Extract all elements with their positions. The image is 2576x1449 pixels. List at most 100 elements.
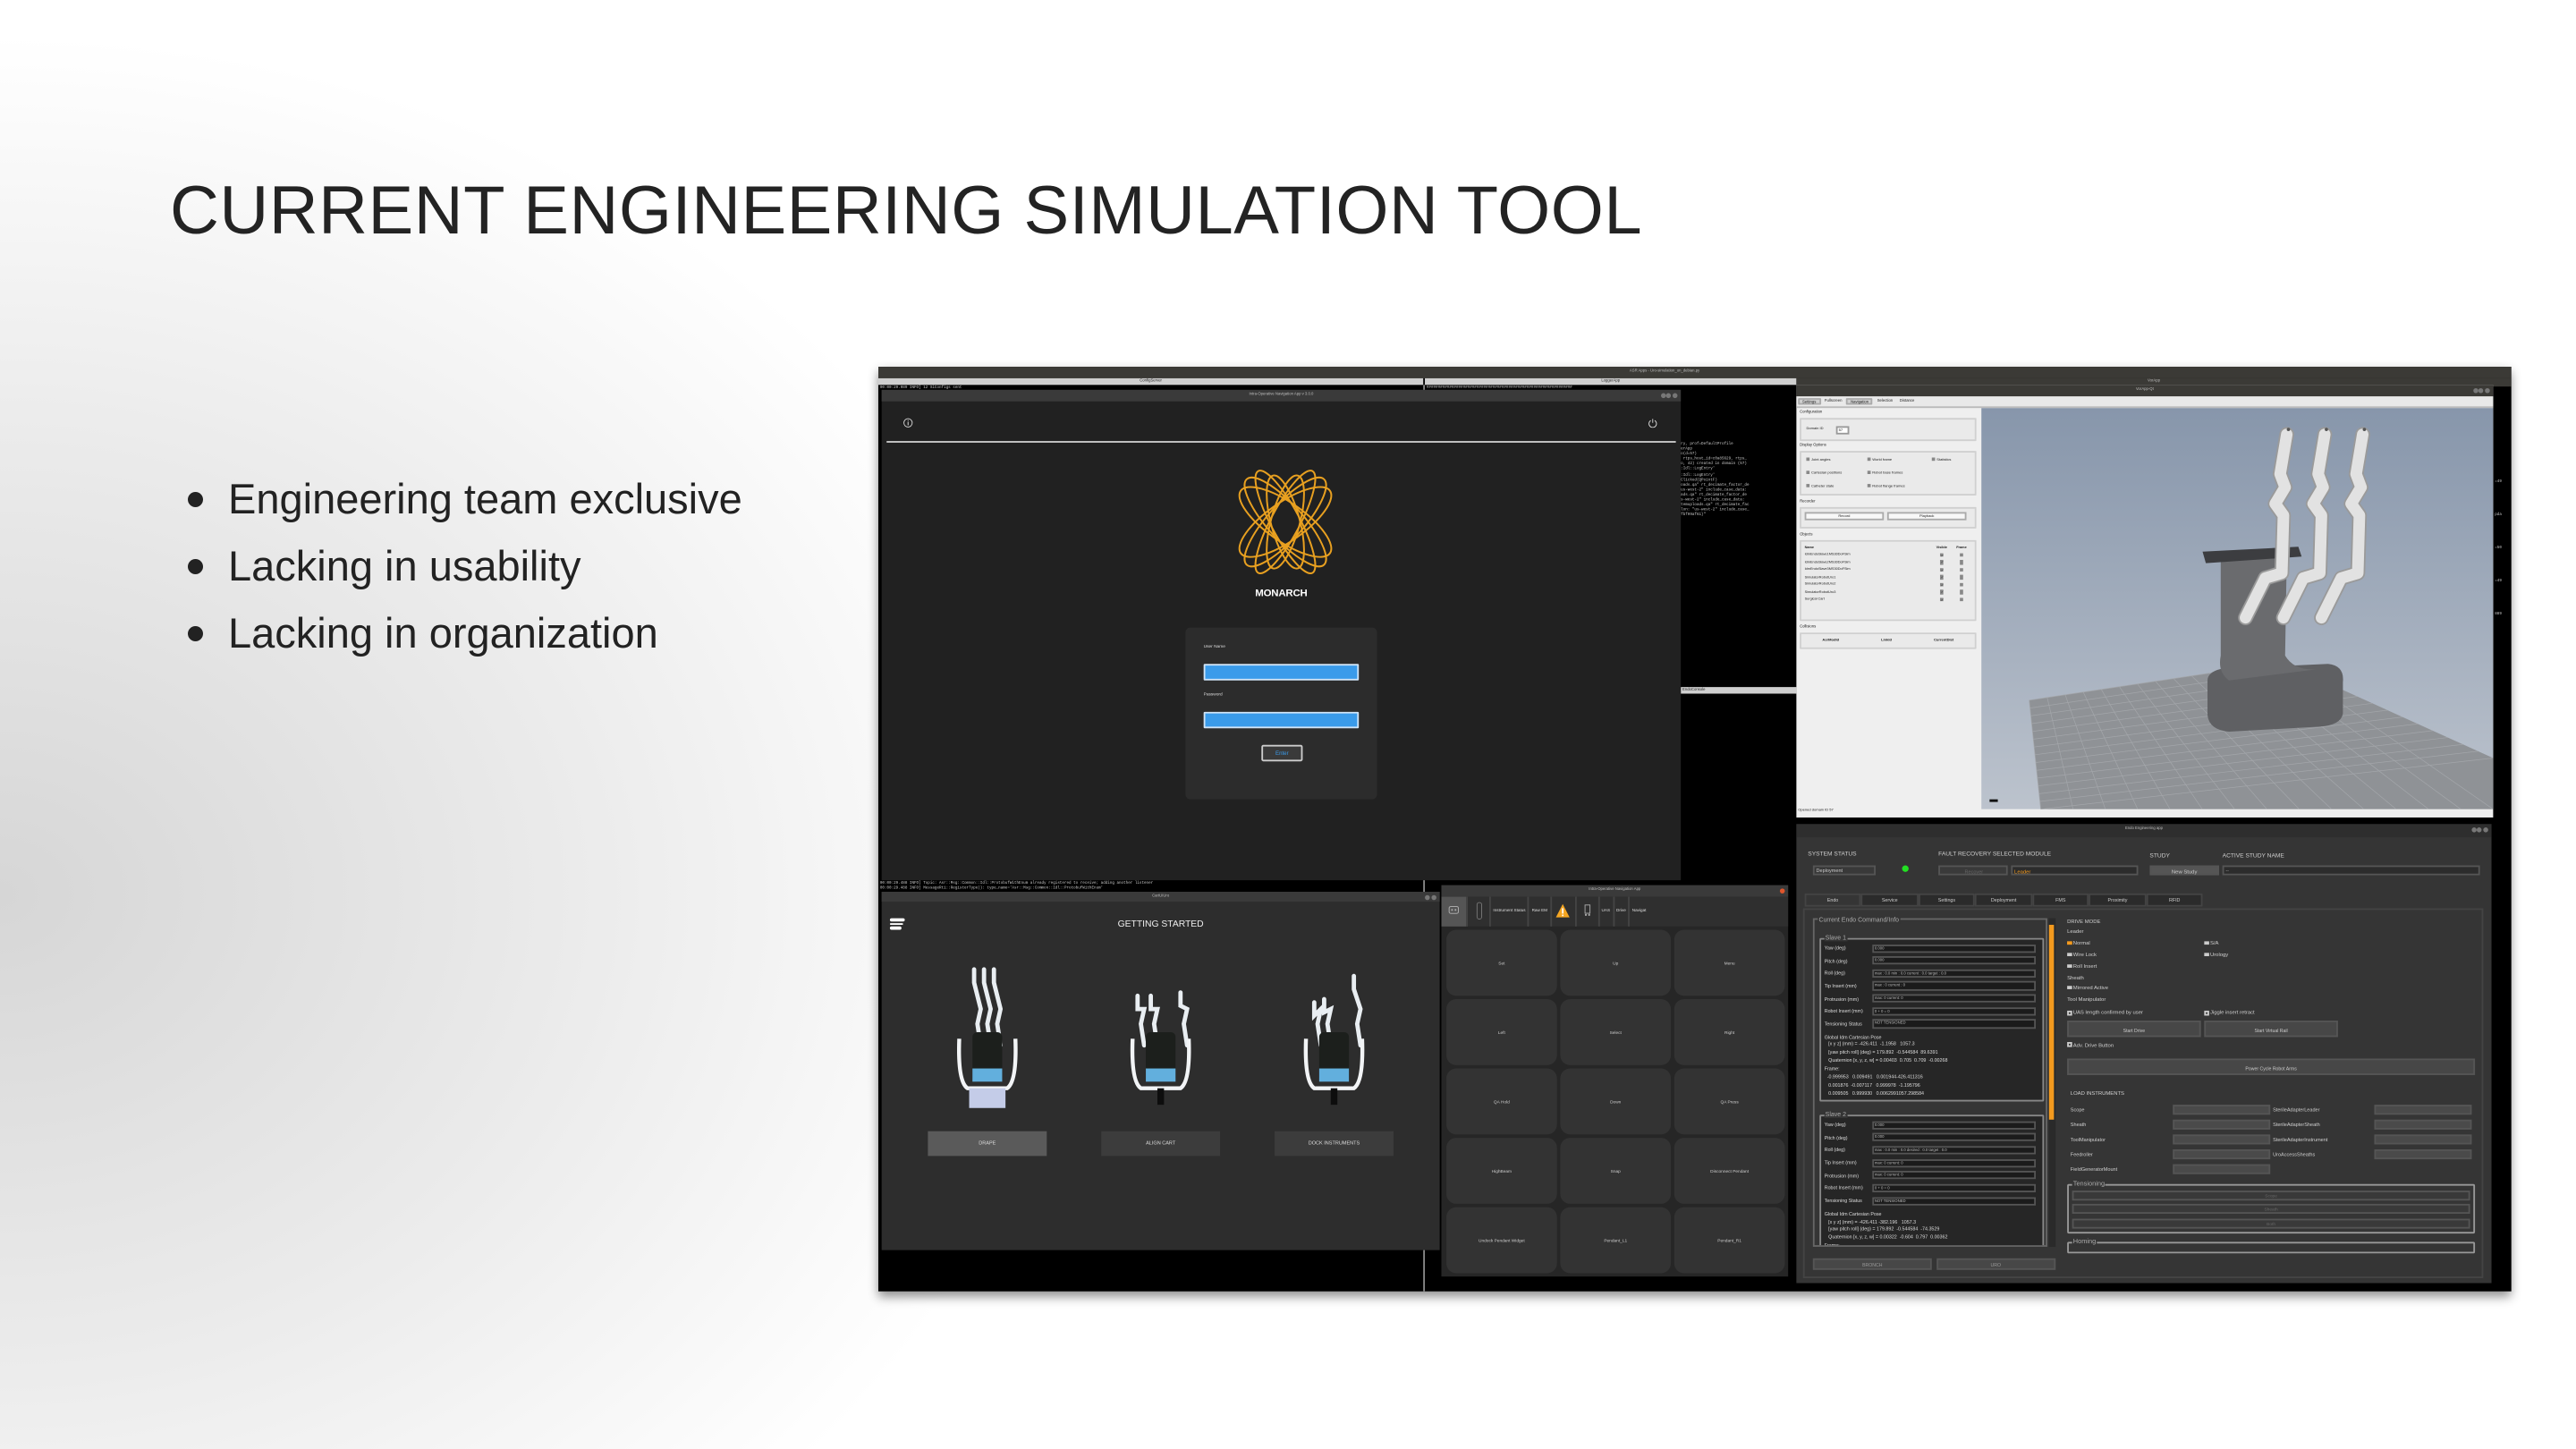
display-option-checkbox[interactable]: Robot base frames xyxy=(1867,470,1902,475)
endo-tab[interactable]: Service xyxy=(1860,894,1919,907)
drive-mode-checkbox[interactable]: Adv. Drive Button xyxy=(2067,1041,2114,1048)
visible-checkbox[interactable]: ✓ xyxy=(1932,597,1952,603)
checkbox[interactable]: ✓ xyxy=(1939,560,1944,565)
instrument-field[interactable] xyxy=(2373,1104,2471,1115)
visible-checkbox[interactable]: ✓ xyxy=(1932,560,1952,565)
drive-mode-checkbox[interactable]: S/A xyxy=(2204,940,2218,946)
checkbox[interactable] xyxy=(1959,582,1963,588)
checkbox[interactable]: ✓ xyxy=(1939,589,1944,595)
checkbox[interactable] xyxy=(1959,553,1963,557)
pendant-button[interactable]: QA Press xyxy=(1674,1068,1785,1135)
frame-checkbox[interactable] xyxy=(1952,597,1971,602)
checkbox[interactable]: ✓ xyxy=(1939,575,1944,580)
checkbox[interactable] xyxy=(1806,457,1810,462)
warning-icon[interactable] xyxy=(1549,896,1575,927)
close-icon[interactable] xyxy=(1431,894,1436,900)
close-icon[interactable] xyxy=(2485,387,2490,393)
object-row[interactable]: Surgical Cart ✓ xyxy=(1805,597,1971,604)
vorapp-tab[interactable]: Distance xyxy=(1897,397,1917,405)
pendant-button[interactable]: Select xyxy=(1560,999,1672,1065)
object-row[interactable]: IdmEndoSlave1MS30DoFSim ✓ xyxy=(1805,552,1971,559)
power-cycle-button[interactable]: Power Cycle Robot Arms xyxy=(2067,1057,2476,1075)
checkbox[interactable] xyxy=(1806,484,1810,488)
endo-tab[interactable]: FMS xyxy=(2031,894,2089,907)
record-button[interactable]: Record xyxy=(1804,512,1885,520)
instrument-field[interactable] xyxy=(2172,1133,2270,1145)
minimize-icon[interactable] xyxy=(1425,894,1431,900)
tension-scope-button[interactable]: Scope xyxy=(2072,1190,2470,1200)
checkbox[interactable]: ✓ xyxy=(1939,567,1944,573)
drive-mode-checkbox[interactable]: Normal xyxy=(2067,940,2090,946)
pendant-button[interactable]: Menu xyxy=(1674,929,1785,996)
domain-id-spinbox[interactable]: 57 xyxy=(1835,425,1850,434)
drape-button[interactable]: DRAPE xyxy=(928,1131,1047,1157)
tab-uas[interactable]: UAS xyxy=(1597,896,1612,927)
3d-viewport[interactable] xyxy=(1981,408,2494,809)
pendant-button[interactable]: Set xyxy=(1446,929,1557,996)
endo-tab[interactable]: Settings xyxy=(1918,894,1976,907)
checkbox[interactable] xyxy=(1867,484,1872,488)
pendant-button[interactable]: Down xyxy=(1560,1068,1672,1135)
frame-checkbox[interactable] xyxy=(1952,553,1971,557)
start-drive-button[interactable]: Start Drive xyxy=(2067,1021,2201,1038)
display-option-checkbox[interactable]: Statistics xyxy=(1931,457,1951,462)
maximize-icon[interactable] xyxy=(2479,387,2485,393)
drive-mode-checkbox[interactable]: Roll Insert xyxy=(2067,962,2097,970)
window-controls[interactable] xyxy=(2472,387,2490,393)
display-option-checkbox[interactable]: Catheter state xyxy=(1806,484,1834,488)
instrument-field[interactable] xyxy=(2373,1148,2471,1160)
object-row[interactable]: SimulatorRobotUro3 ✓ xyxy=(1805,589,1971,596)
tab-drive[interactable]: Drive xyxy=(1612,896,1629,927)
checkbox[interactable] xyxy=(2204,1010,2209,1015)
vorapp-tab[interactable]: Selection xyxy=(1875,397,1895,405)
endo-tab[interactable]: Deployment xyxy=(1975,894,2032,907)
close-icon[interactable] xyxy=(1672,392,1678,398)
instrument-field[interactable] xyxy=(2172,1148,2270,1160)
display-option-checkbox[interactable]: Robot flange frames xyxy=(1867,484,1905,488)
display-option-checkbox[interactable]: Joint angles xyxy=(1806,457,1831,462)
tab-raw-em[interactable]: Raw EM xyxy=(1528,896,1549,927)
pendant-button[interactable]: QA Hold xyxy=(1446,1068,1557,1135)
password-input[interactable] xyxy=(1203,711,1360,728)
frame-checkbox[interactable] xyxy=(1952,575,1971,580)
window-controls[interactable] xyxy=(1660,392,1678,398)
visible-checkbox[interactable]: ✓ xyxy=(1932,582,1952,588)
pendant-button[interactable]: Pendant_R1 xyxy=(1674,1207,1785,1274)
endo-tab[interactable]: RFID xyxy=(2146,894,2204,907)
checkbox[interactable] xyxy=(1931,457,1936,462)
window-controls[interactable] xyxy=(2471,827,2488,833)
visible-checkbox[interactable]: ✓ xyxy=(1932,567,1952,573)
maximize-icon[interactable] xyxy=(2477,827,2483,833)
checkbox[interactable] xyxy=(2204,952,2209,957)
maximize-icon[interactable] xyxy=(1666,392,1672,398)
visible-checkbox[interactable]: ✓ xyxy=(1932,575,1952,580)
checkbox[interactable] xyxy=(1959,589,1963,595)
checkbox[interactable] xyxy=(1867,470,1872,475)
tab-navigation[interactable]: Navigat xyxy=(1628,896,1648,927)
minimize-icon[interactable] xyxy=(1660,392,1666,398)
checkbox[interactable]: ✓ xyxy=(1939,597,1944,603)
instrument-field[interactable] xyxy=(2172,1104,2270,1115)
frame-checkbox[interactable] xyxy=(1952,582,1971,588)
instrument-field[interactable] xyxy=(2373,1133,2471,1145)
checkbox[interactable] xyxy=(1867,457,1872,462)
vorapp-tab[interactable]: Fullscreen xyxy=(1822,397,1844,405)
object-row[interactable]: SimulatorRobotUro2 ✓ xyxy=(1805,581,1971,589)
checkbox[interactable] xyxy=(2067,963,2072,969)
username-input[interactable] xyxy=(1203,664,1360,680)
info-icon[interactable] xyxy=(903,418,913,428)
checkbox[interactable]: ✓ xyxy=(1939,582,1944,588)
checkbox[interactable] xyxy=(2067,985,2072,990)
checkbox[interactable] xyxy=(1806,470,1810,475)
playback-button[interactable]: Playback xyxy=(1886,512,1967,520)
scope-icon[interactable] xyxy=(1466,896,1489,927)
align-cart-button[interactable]: ALIGN CART xyxy=(1101,1131,1221,1157)
start-virtual-rail-button[interactable]: Start Virtual Rail xyxy=(2204,1021,2338,1038)
endo-tab[interactable]: Endo xyxy=(1804,894,1861,907)
drive-mode-checkbox[interactable]: Jiggle insert retract xyxy=(2204,1009,2255,1016)
endo-tab[interactable]: Proximity xyxy=(2089,894,2147,907)
pendant-button[interactable]: Pendant_L1 xyxy=(1560,1207,1672,1274)
tab-instrument-status[interactable]: Instrument Status xyxy=(1489,896,1528,927)
drive-mode-checkbox[interactable]: Wire Lock xyxy=(2067,951,2097,958)
checkbox[interactable] xyxy=(1959,560,1963,565)
